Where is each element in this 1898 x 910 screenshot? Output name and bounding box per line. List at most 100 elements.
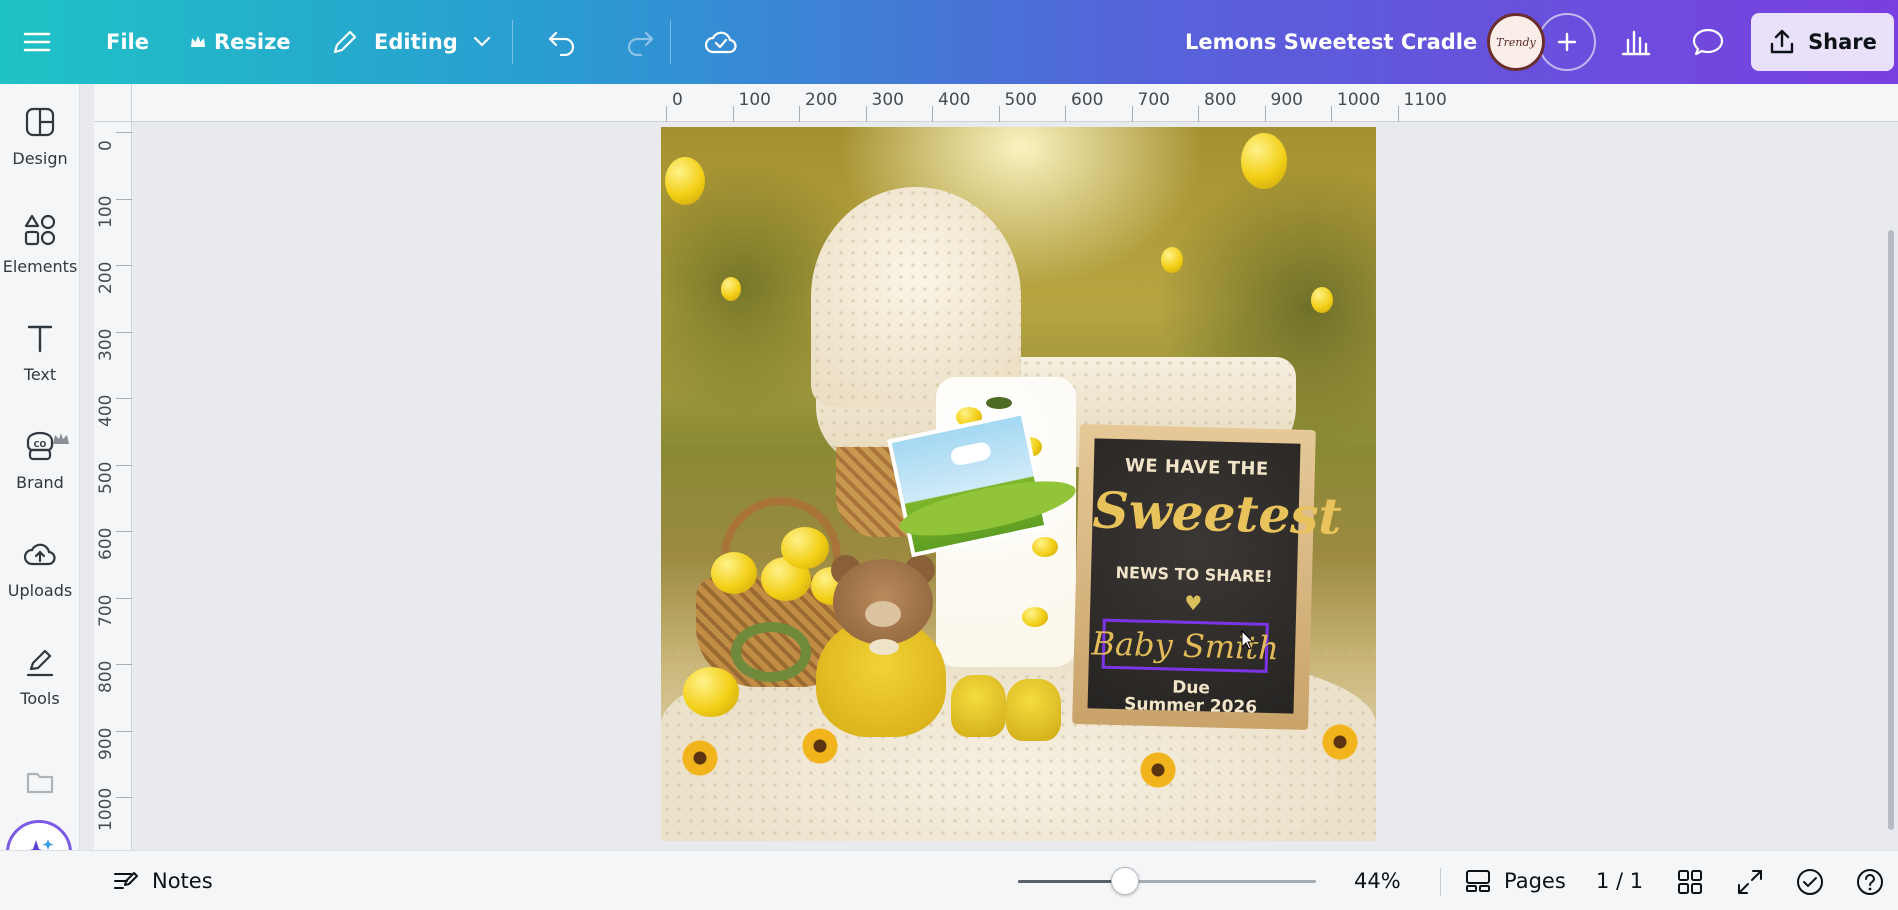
text-icon — [27, 325, 53, 352]
ruler-label: 100 — [738, 90, 771, 110]
ruler-label: 300 — [871, 90, 904, 110]
chalkboard-surface: WE HAVE THE Sweetest NEWS TO SHARE! ♥ Ba… — [1087, 438, 1342, 718]
ruler-label: 800 — [96, 660, 116, 693]
svg-text:CO: CO — [34, 440, 47, 449]
baby-bootie — [1006, 679, 1061, 741]
ruler-label: 300 — [96, 328, 116, 361]
teddy-bear-muzzle — [865, 601, 901, 627]
sunflower — [1321, 723, 1359, 761]
file-menu-button[interactable]: File — [92, 18, 163, 66]
elements-icon — [24, 214, 56, 245]
plus-icon — [1557, 32, 1577, 52]
left-sidebar: Design Elements Text CO Brand Uploads To… — [0, 84, 80, 910]
sidebar-item-elements[interactable]: Elements — [0, 194, 80, 294]
folder-icon[interactable] — [25, 768, 55, 796]
sidebar-item-tools[interactable]: Tools — [0, 626, 80, 726]
bottom-divider — [1440, 868, 1441, 896]
expand-icon — [1738, 870, 1762, 894]
mouse-cursor-icon — [1241, 630, 1255, 650]
zoom-slider[interactable] — [1018, 867, 1316, 895]
ruler-label: 1000 — [96, 787, 116, 831]
editing-mode-dropdown[interactable]: Editing — [316, 18, 506, 66]
ruler-tick — [116, 664, 132, 665]
share-label: Share — [1808, 30, 1877, 54]
ruler-label: 100 — [96, 195, 116, 228]
grid-view-button[interactable] — [1672, 864, 1708, 900]
ruler-tick — [116, 265, 132, 266]
ruler-tick — [116, 464, 132, 466]
add-collaborator-button[interactable] — [1538, 13, 1596, 71]
page-count: 1 / 1 — [1596, 869, 1644, 893]
avatar[interactable]: Trendy — [1487, 13, 1545, 71]
sidebar-label-elements: Elements — [2, 256, 78, 276]
sidebar-item-uploads[interactable]: Uploads — [0, 518, 80, 618]
tools-icon — [26, 649, 54, 676]
sidebar-item-text[interactable]: Text — [0, 302, 80, 402]
chalkboard-sign[interactable]: WE HAVE THE Sweetest NEWS TO SHARE! ♥ Ba… — [1072, 423, 1342, 731]
comment-icon — [1692, 28, 1724, 56]
help-button[interactable] — [1852, 864, 1888, 900]
resize-button[interactable]: Resize — [176, 18, 305, 66]
check-circle-icon — [1797, 869, 1823, 895]
avatar-text: Trendy — [1496, 35, 1536, 49]
hanging-lemon — [1311, 287, 1333, 313]
ruler-tick — [732, 106, 734, 122]
sunflower — [1139, 751, 1177, 789]
crown-icon — [191, 36, 205, 47]
fullscreen-button[interactable] — [1732, 864, 1768, 900]
teddy-bear-bow — [869, 639, 899, 655]
insights-button[interactable] — [1607, 13, 1665, 71]
bassinet-hood — [811, 187, 1021, 407]
ruler-corner — [94, 84, 132, 122]
menu-button[interactable] — [18, 18, 56, 66]
ruler-label: 500 — [1004, 90, 1037, 110]
sidebar-item-brand[interactable]: CO Brand — [0, 410, 80, 510]
ruler-label: 400 — [96, 394, 116, 427]
sidebar-label-brand: Brand — [16, 472, 64, 492]
document-title[interactable]: Lemons Sweetest Cradle — [1185, 0, 1477, 84]
ruler-label: 0 — [672, 90, 683, 110]
ruler-label: 900 — [96, 727, 116, 760]
pencil-icon — [333, 30, 357, 54]
announcement-line-2[interactable]: NEWS TO SHARE! — [1091, 562, 1297, 586]
headline-sweetest[interactable]: Sweetest — [1092, 480, 1342, 545]
topbar-divider — [512, 20, 513, 64]
zoom-slider-handle[interactable] — [1111, 867, 1140, 895]
undo-button[interactable] — [532, 18, 592, 66]
ruler-tick — [799, 106, 800, 122]
ruler-tick — [998, 106, 1000, 122]
cloud-check-icon — [704, 31, 737, 54]
zoom-level[interactable]: 44% — [1354, 851, 1401, 910]
comments-button[interactable] — [1679, 13, 1737, 71]
ruler-tick — [116, 398, 132, 399]
sidebar-label-text: Text — [23, 364, 57, 384]
ruler-label: 200 — [96, 261, 116, 294]
sidebar-item-design[interactable]: Design — [0, 86, 80, 186]
ground-lemon — [683, 667, 739, 717]
heart-icon[interactable]: ♥ — [1090, 588, 1297, 617]
pages-button[interactable]: Pages — [1464, 851, 1566, 910]
redo-button[interactable] — [610, 18, 670, 66]
ruler-label: 600 — [1071, 90, 1104, 110]
file-label: File — [106, 30, 149, 54]
brand-crown-icon — [53, 433, 69, 444]
announcement-line-1[interactable]: WE HAVE THE — [1094, 454, 1300, 480]
notes-button[interactable]: Notes — [112, 865, 213, 897]
ruler-label: 700 — [1137, 90, 1170, 110]
resize-label: Resize — [214, 30, 291, 54]
sidebar-label-tools: Tools — [20, 688, 60, 708]
notes-icon — [114, 872, 138, 889]
ruler-label: 200 — [805, 90, 838, 110]
ruler-label: 1000 — [1337, 90, 1381, 110]
share-button[interactable]: Share — [1751, 13, 1894, 71]
ruler-tick — [932, 106, 933, 122]
save-status-button[interactable] — [690, 18, 752, 66]
ruler-tick — [116, 132, 132, 133]
ruler-tick — [1397, 106, 1399, 122]
check-button[interactable] — [1792, 864, 1828, 900]
sunflower — [681, 739, 719, 777]
vertical-scrollbar[interactable] — [1888, 230, 1894, 830]
design-page[interactable]: WE HAVE THE Sweetest NEWS TO SHARE! ♥ Ba… — [661, 127, 1376, 841]
due-date-text[interactable]: Due Summer 2026 — [1087, 676, 1294, 717]
pages-icon — [1466, 870, 1490, 892]
